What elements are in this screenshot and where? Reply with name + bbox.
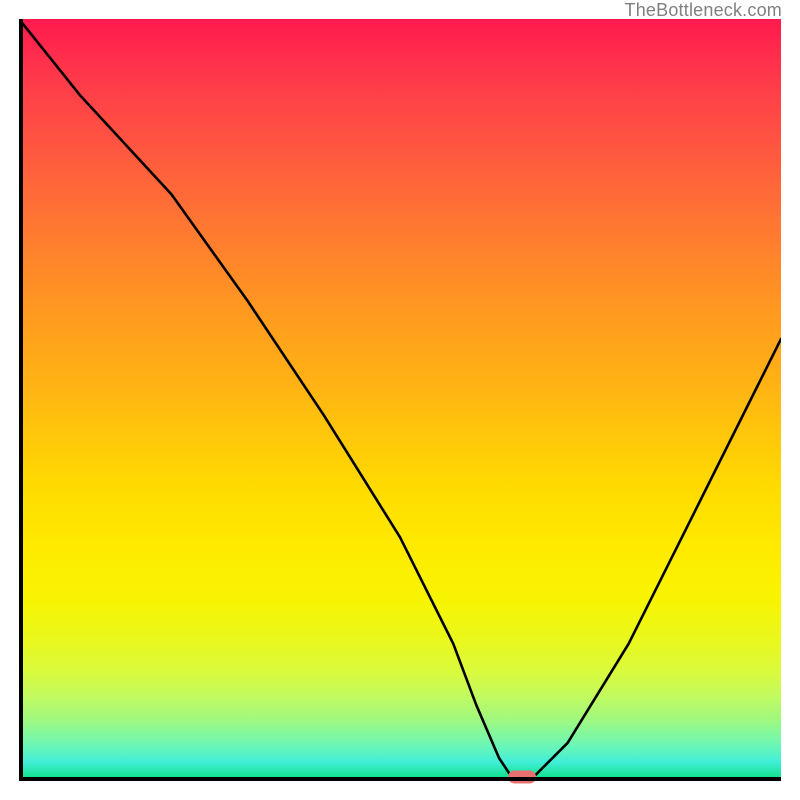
bottleneck-curve-path	[19, 19, 781, 781]
watermark-text: TheBottleneck.com	[625, 0, 782, 21]
bottleneck-chart: TheBottleneck.com	[0, 0, 800, 800]
plot-area	[19, 19, 781, 781]
optimal-marker	[508, 771, 536, 784]
curve-svg	[19, 19, 781, 781]
